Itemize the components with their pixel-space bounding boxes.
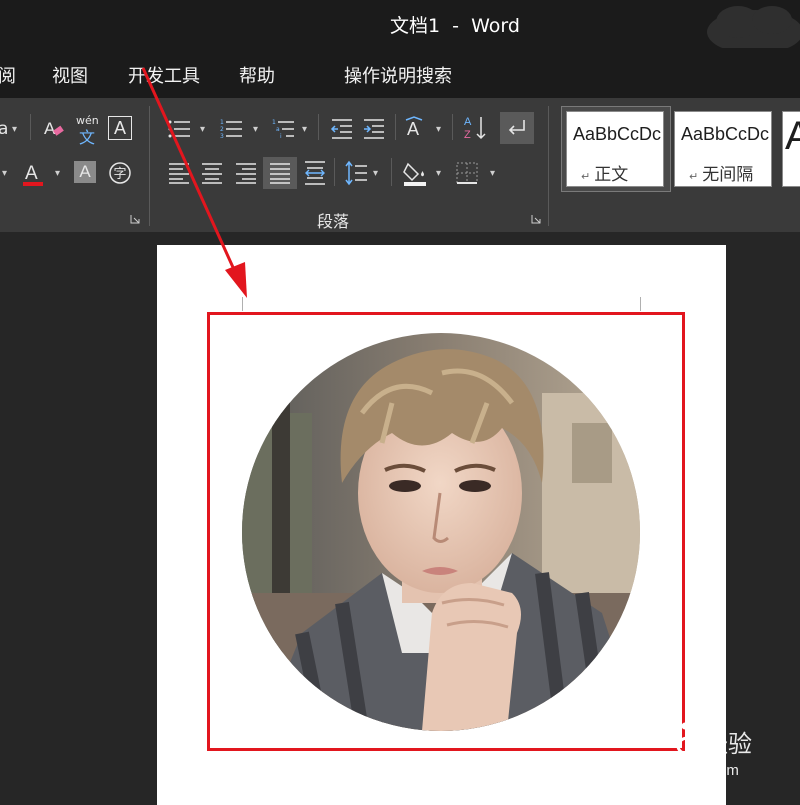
svg-text:Z: Z	[464, 129, 471, 141]
line-spacing-icon[interactable]	[344, 160, 368, 186]
svg-text:A: A	[44, 119, 56, 138]
menu-view[interactable]: 视图	[52, 62, 88, 88]
separator	[452, 114, 453, 140]
align-left-icon[interactable]	[168, 162, 190, 184]
style-no-spacing[interactable]: AaBbCcDc ↵ 无间隔	[674, 111, 772, 187]
separator	[391, 158, 392, 186]
return-arrow-icon	[508, 120, 525, 135]
style-name: 无间隔	[702, 165, 754, 185]
svg-text:字: 字	[114, 167, 127, 182]
style-normal[interactable]: AaBbCcDc ↵ 正文	[566, 111, 664, 187]
svg-text:a: a	[276, 126, 280, 133]
menu-help[interactable]: 帮助	[239, 62, 275, 88]
window-title: 文档1 - Word	[390, 15, 520, 37]
enclosed-character-icon[interactable]: 字	[108, 161, 132, 185]
asian-layout-dropdown-icon[interactable]: ▾	[436, 124, 441, 135]
bullets-icon[interactable]	[168, 118, 192, 140]
svg-text:3: 3	[220, 133, 224, 140]
separator	[334, 158, 335, 186]
menu-bar: 阅 视图 开发工具 帮助 操作说明搜索	[0, 48, 800, 131]
menu-developer[interactable]: 开发工具	[128, 62, 200, 88]
style-sample: A	[785, 114, 800, 158]
paragraph-group-label: 段落	[317, 212, 350, 231]
borders-dropdown-icon[interactable]: ▾	[490, 168, 495, 179]
margin-mark	[640, 297, 641, 311]
menu-review[interactable]: 阅	[0, 62, 16, 88]
shading-dropdown-icon[interactable]: ▾	[436, 168, 441, 179]
tell-me-search[interactable]: 操作说明搜索	[344, 62, 452, 88]
bullets-dropdown-icon[interactable]: ▾	[200, 124, 205, 135]
svg-text:A: A	[407, 119, 419, 139]
watermark-brand-end: 经验	[704, 731, 752, 758]
paragraph-dialog-launcher-icon[interactable]	[531, 214, 541, 224]
multilevel-list-icon[interactable]: 1ai	[272, 118, 296, 140]
watermark-url: jingyan.baidu.com	[618, 762, 739, 779]
asian-layout-icon[interactable]: A	[404, 116, 432, 140]
decrease-indent-icon[interactable]	[330, 118, 354, 140]
justify-button[interactable]	[263, 157, 297, 189]
character-shading-icon[interactable]: A	[74, 161, 96, 183]
justify-icon	[270, 163, 290, 184]
highlight-rectangle	[207, 312, 685, 751]
align-center-icon[interactable]	[201, 162, 223, 184]
paragraph-mark-icon: ↵	[689, 170, 699, 183]
group-separator	[548, 106, 549, 226]
line-spacing-dropdown-icon[interactable]: ▾	[373, 168, 378, 179]
font-color-icon[interactable]: A	[20, 160, 48, 188]
paragraph-mark-icon: ↵	[581, 170, 591, 183]
multilevel-dropdown-icon[interactable]: ▾	[302, 124, 307, 135]
svg-text:1: 1	[272, 119, 276, 126]
font-name-partial[interactable]: a	[0, 118, 8, 140]
numbering-icon[interactable]: 123	[220, 118, 244, 140]
style-sample: AaBbCcDc	[681, 124, 770, 144]
separator	[30, 114, 31, 140]
svg-text:A: A	[464, 116, 472, 128]
group-separator	[149, 106, 150, 226]
title-bar: 文档1 - Word	[0, 0, 800, 54]
shading-icon[interactable]	[402, 160, 428, 186]
phonetic-guide-char[interactable]: 文	[79, 124, 95, 148]
svg-text:2: 2	[220, 126, 224, 133]
show-formatting-marks-button[interactable]	[500, 112, 534, 144]
style-heading-partial[interactable]: A	[782, 111, 800, 187]
character-border-icon[interactable]: A	[108, 116, 132, 140]
numbering-dropdown-icon[interactable]: ▾	[253, 124, 258, 135]
style-name: 正文	[594, 165, 629, 185]
increase-indent-icon[interactable]	[362, 118, 386, 140]
style-sample: AaBbCcDc	[573, 124, 662, 144]
align-right-icon[interactable]	[235, 162, 257, 184]
paw-logo-icon	[674, 722, 704, 756]
svg-text:A: A	[25, 163, 38, 184]
svg-text:1: 1	[220, 119, 224, 126]
font-name-dropdown-icon[interactable]: ▾	[12, 124, 17, 135]
distributed-icon[interactable]	[303, 160, 327, 186]
margin-mark	[242, 297, 243, 311]
watermark: Bai 经验 jingyan.baidu.com	[612, 712, 792, 792]
clear-formatting-icon[interactable]: A	[42, 116, 66, 140]
highlight-dropdown-icon[interactable]: ▾	[2, 168, 7, 179]
separator	[318, 114, 319, 140]
font-dialog-launcher-icon[interactable]	[130, 214, 140, 224]
svg-text:i: i	[280, 133, 282, 140]
borders-icon[interactable]	[456, 162, 478, 184]
sort-icon[interactable]: A Z	[462, 114, 488, 142]
font-color-dropdown-icon[interactable]: ▾	[55, 168, 60, 179]
watermark-brand: Bai	[612, 720, 659, 753]
separator	[395, 114, 396, 140]
